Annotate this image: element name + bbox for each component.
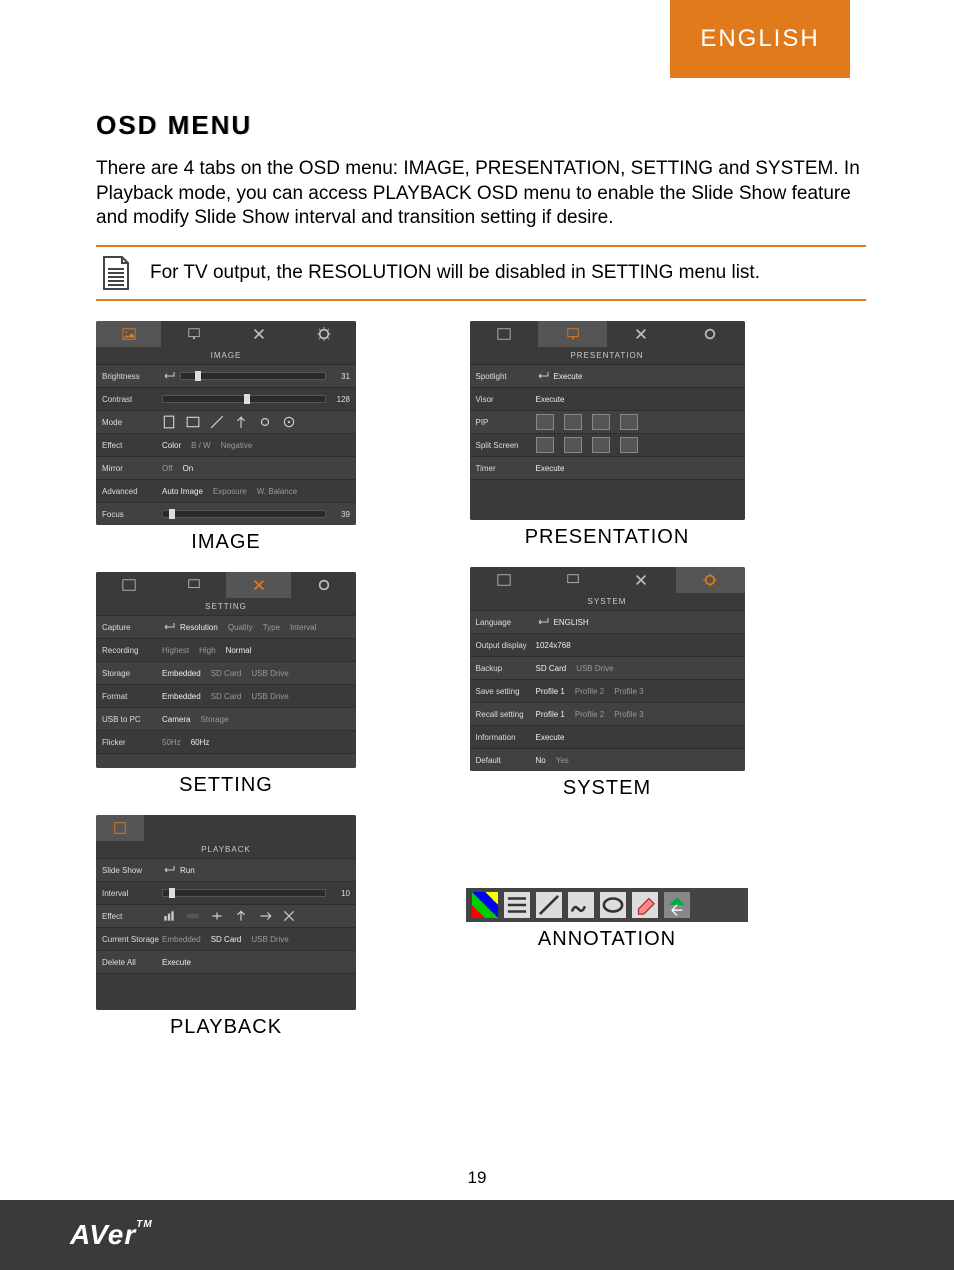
tab-image-icon[interactable] (470, 567, 539, 593)
tab-system-icon[interactable] (676, 321, 745, 347)
row-label: Timer (476, 464, 536, 473)
row-label: Split Screen (476, 441, 536, 450)
annot-line-icon[interactable] (536, 892, 562, 918)
tab-image-icon[interactable] (470, 321, 539, 347)
row-label: Delete All (102, 958, 162, 967)
row-label: Visor (476, 395, 536, 404)
row-label: Language (476, 618, 536, 627)
caption-playback: PLAYBACK (170, 1016, 282, 1039)
osd-panel-image: IMAGE Brightness 31 Contrast 128 Mode Effe… (96, 321, 356, 525)
panel-sub-presentation: PRESENTATION (470, 347, 745, 364)
tab-presentation-icon[interactable] (538, 321, 607, 347)
row-label: Capture (102, 623, 162, 632)
caption-annotation: ANNOTATION (538, 928, 676, 951)
brightness-slider[interactable] (180, 372, 326, 380)
row-label: Spotlight (476, 372, 536, 381)
note-page-icon (96, 253, 136, 293)
osd-panel-presentation: PRESENTATION SpotlightExecute VisorExecu… (470, 321, 745, 520)
row-label: USB to PC (102, 715, 162, 724)
note-text: For TV output, the RESOLUTION will be di… (150, 262, 760, 284)
caption-setting: SETTING (179, 774, 273, 797)
row-label: Recall setting (476, 710, 536, 719)
panel-sub-playback: PLAYBACK (96, 841, 356, 858)
contrast-slider[interactable] (162, 395, 326, 403)
row-label: Mode (102, 418, 162, 427)
row-label: Default (476, 756, 536, 765)
osd-panel-setting: SETTING CaptureResolutionQualityTypeInte… (96, 572, 356, 768)
note-row: For TV output, the RESOLUTION will be di… (96, 245, 866, 301)
row-label: Mirror (102, 464, 162, 473)
annot-eraser-icon[interactable] (632, 892, 658, 918)
enter-icon (536, 371, 550, 381)
page-number: 19 (0, 1168, 954, 1188)
row-label: Flicker (102, 738, 162, 747)
osd-panel-playback: PLAYBACK Slide ShowRun Interval10 Effect… (96, 815, 356, 1010)
split-icons[interactable] (536, 437, 739, 453)
tab-system-icon[interactable] (676, 567, 745, 593)
row-label: Current Storage (102, 935, 162, 944)
row-value: 31 (326, 372, 350, 381)
tab-system-icon[interactable] (291, 572, 356, 598)
row-label: Interval (102, 889, 162, 898)
annot-freehand-icon[interactable] (568, 892, 594, 918)
row-label: Contrast (102, 395, 162, 404)
pip-icons[interactable] (536, 414, 739, 430)
panel-sub-setting: SETTING (96, 598, 356, 615)
annot-line-thickness-icon[interactable] (504, 892, 530, 918)
osd-panel-system: SYSTEM LanguageENGLISH Output display102… (470, 567, 745, 771)
row-label: Storage (102, 669, 162, 678)
row-value: 128 (326, 395, 350, 404)
tab-setting-icon[interactable] (607, 567, 676, 593)
panel-sub-image: IMAGE (96, 347, 356, 364)
tab-setting-icon[interactable] (226, 321, 291, 347)
row-label: Effect (102, 441, 162, 450)
row-value: 10 (326, 889, 350, 898)
row-label: Slide Show (102, 866, 162, 875)
tab-image-icon[interactable] (96, 572, 161, 598)
enter-icon (162, 371, 176, 381)
caption-presentation: PRESENTATION (525, 526, 690, 549)
row-label: PIP (476, 418, 536, 427)
row-label: Information (476, 733, 536, 742)
caption-system: SYSTEM (563, 777, 651, 800)
heading-osd-menu: OSD MENU (96, 110, 866, 141)
row-label: Effect (102, 912, 162, 921)
annot-close-icon[interactable] (664, 892, 690, 918)
row-label: Output display (476, 641, 536, 650)
row-label: Format (102, 692, 162, 701)
focus-slider[interactable] (162, 510, 326, 518)
row-label: Save setting (476, 687, 536, 696)
tab-presentation-icon[interactable] (161, 572, 226, 598)
row-label: Advanced (102, 487, 162, 496)
brand-logo: AVerTM (70, 1219, 153, 1251)
interval-slider[interactable] (162, 889, 326, 897)
tab-image-icon[interactable] (96, 321, 161, 347)
intro-paragraph: There are 4 tabs on the OSD menu: IMAGE,… (96, 157, 866, 231)
caption-image: IMAGE (191, 531, 260, 554)
language-tab: ENGLISH (670, 0, 850, 78)
effect-icons[interactable] (162, 909, 350, 923)
tab-system-icon[interactable] (291, 321, 356, 347)
row-label: Backup (476, 664, 536, 673)
row-label: Brightness (102, 372, 162, 381)
row-value: 39 (326, 510, 350, 519)
mode-icons[interactable] (162, 415, 350, 429)
enter-icon (536, 617, 550, 627)
annot-color-palette-icon[interactable] (472, 892, 498, 918)
panel-sub-system: SYSTEM (470, 593, 745, 610)
tab-presentation-icon[interactable] (161, 321, 226, 347)
tab-playback-icon[interactable] (96, 815, 144, 841)
enter-icon (162, 865, 176, 875)
tab-presentation-icon[interactable] (538, 567, 607, 593)
annot-shape-icon[interactable] (600, 892, 626, 918)
tab-setting-icon[interactable] (226, 572, 291, 598)
footer-bar: AVerTM (0, 1200, 954, 1270)
annotation-toolbar (466, 888, 748, 922)
row-label: Recording (102, 646, 162, 655)
tab-setting-icon[interactable] (607, 321, 676, 347)
enter-icon (162, 622, 176, 632)
row-label: Focus (102, 510, 162, 519)
